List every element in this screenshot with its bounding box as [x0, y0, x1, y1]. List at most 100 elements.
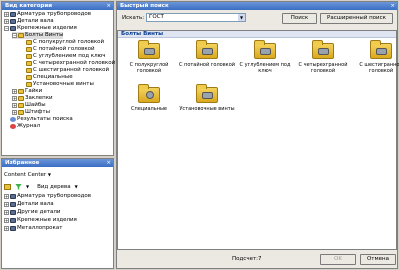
expand-icon[interactable]: +	[4, 210, 9, 215]
tree-node[interactable]: + Арматура трубопроводов	[4, 11, 91, 18]
expand-icon[interactable]: +	[12, 103, 17, 108]
family-icon	[18, 89, 24, 94]
bolt-icon	[202, 92, 213, 99]
result-item[interactable]: С четырехгранной головкой	[294, 40, 352, 74]
tree-node[interactable]: Специальные	[20, 74, 73, 81]
result-item-label: С углублением под ключ	[239, 62, 291, 74]
ok-button[interactable]: OK	[320, 254, 356, 265]
tree-node[interactable]: Журнал	[4, 123, 40, 130]
tree-node[interactable]: + Гайки	[12, 88, 42, 95]
category-panel: Вид категории × + Арматура трубопроводов +…	[1, 1, 115, 156]
tree-node-label: Заклепки	[25, 95, 53, 101]
favorites-node-label: Крепежные изделия	[17, 217, 77, 223]
tree-node-label: С потайной головкой	[33, 46, 95, 52]
tree-node[interactable]: Установочные винты	[20, 81, 94, 88]
tree-node[interactable]: С шестигранной головкой	[20, 67, 109, 74]
tree-node[interactable]: + Заклепки	[12, 95, 53, 102]
results-header: Болты Винты	[118, 31, 396, 38]
expand-icon[interactable]: +	[12, 110, 17, 115]
family-icon	[26, 47, 32, 52]
expand-icon[interactable]: +	[4, 202, 9, 207]
result-item[interactable]: С шестигранной головкой	[352, 40, 399, 74]
expand-icon[interactable]: +	[12, 96, 17, 101]
category-panel-title-text: Вид категории	[5, 3, 53, 9]
tree-node[interactable]: С четырехгранной головкой	[20, 60, 115, 67]
expand-icon[interactable]: +	[4, 19, 9, 24]
result-item[interactable]: Специальные	[120, 84, 178, 112]
tree-node-label: Крепежные изделия	[17, 25, 77, 31]
tree-node[interactable]: + Детали вала	[4, 18, 54, 25]
chevron-down-icon[interactable]: ▼	[238, 14, 245, 21]
search-input[interactable]: ГОСТ ▼	[146, 13, 246, 22]
category-icon	[10, 218, 16, 223]
result-item[interactable]: С углублением под ключ	[236, 40, 294, 74]
favorites-node[interactable]: + Детали вала	[4, 201, 54, 208]
result-item-label: С четырехгранной головкой	[298, 62, 348, 74]
expand-icon[interactable]: +	[4, 12, 9, 17]
family-icon	[26, 54, 32, 59]
tree-view-button[interactable]: Вид дерева	[37, 184, 71, 190]
category-icon	[10, 12, 16, 17]
cancel-button[interactable]: Отмена	[360, 254, 396, 265]
chevron-down-icon[interactable]: ▼	[26, 184, 29, 189]
tree-node[interactable]: С углублением под ключ	[20, 53, 105, 60]
tree-node-label: Журнал	[17, 123, 41, 129]
expand-icon[interactable]: +	[12, 89, 17, 94]
folder-icon	[196, 40, 218, 59]
tree-node[interactable]: С полукруглой головкой	[20, 39, 104, 46]
family-icon	[18, 103, 24, 108]
tree-node[interactable]: − Болты Винты	[12, 32, 64, 39]
expand-icon[interactable]: +	[4, 194, 9, 199]
result-item-label: Специальные	[131, 106, 167, 112]
family-icon	[18, 33, 24, 38]
tree-node[interactable]: − Крепежные изделия	[4, 25, 77, 32]
tree-node-label: Результаты поиска	[17, 116, 73, 122]
tree-node[interactable]: Результаты поиска	[4, 116, 73, 123]
category-icon	[10, 26, 16, 31]
special-part-icon	[146, 91, 154, 99]
result-item[interactable]: Установочные винты	[178, 84, 236, 112]
favorites-node[interactable]: + Металлопрокат	[4, 225, 62, 232]
journal-icon	[10, 124, 16, 129]
search-button[interactable]: Поиск	[282, 13, 317, 24]
chevron-down-icon[interactable]: ▼	[75, 184, 78, 189]
expand-icon[interactable]: +	[4, 218, 9, 223]
chevron-down-icon: ▼	[47, 172, 51, 177]
close-icon[interactable]: ×	[106, 159, 111, 167]
family-icon	[26, 40, 32, 45]
tree-node[interactable]: С потайной головкой	[20, 46, 95, 53]
close-icon[interactable]: ×	[390, 2, 395, 10]
expand-icon[interactable]: +	[4, 226, 9, 231]
result-item[interactable]: С потайной головкой	[178, 40, 236, 68]
family-icon	[26, 68, 32, 73]
tree-node-label: С углублением под ключ	[33, 53, 106, 59]
favorites-toolbar: ▼ Вид дерева ▼	[4, 182, 78, 191]
folder-icon	[370, 40, 392, 59]
collapse-icon[interactable]: −	[4, 26, 9, 31]
favorites-node-label: Другие детали	[17, 209, 61, 215]
result-count: Подсчет:7	[232, 256, 262, 262]
favorites-panel-title: Избранное ×	[2, 159, 113, 167]
result-item[interactable]: С полукруглой головкой	[120, 40, 178, 74]
category-icon	[10, 210, 16, 215]
filter-icon[interactable]	[15, 183, 22, 190]
favorites-node[interactable]: + Крепежные изделия	[4, 217, 77, 224]
content-center-dropdown[interactable]: Content Center ▼	[4, 170, 74, 179]
tree-node[interactable]: + Шайбы	[12, 102, 46, 109]
content-center-label: Content Center	[4, 172, 47, 178]
advanced-search-button[interactable]: Расширенный поиск	[320, 13, 393, 24]
new-folder-icon[interactable]	[4, 183, 11, 190]
favorites-node[interactable]: + Арматура трубопроводов	[4, 193, 91, 200]
result-item-label: С шестигранной головкой	[359, 62, 399, 74]
tree-node-label: Гайки	[25, 88, 43, 94]
family-icon	[26, 75, 32, 80]
collapse-icon[interactable]: −	[12, 33, 17, 38]
tree-node-label: С полукруглой головкой	[33, 39, 105, 45]
tree-node[interactable]: + Штифты	[12, 109, 50, 116]
favorites-panel: Избранное × Content Center ▼ ▼ Вид дерев…	[1, 158, 114, 269]
family-icon	[18, 96, 24, 101]
favorites-node[interactable]: + Другие детали	[4, 209, 61, 216]
folder-icon	[312, 40, 334, 59]
tree-node-label: Арматура трубопроводов	[17, 11, 92, 17]
close-icon[interactable]: ×	[106, 2, 111, 10]
